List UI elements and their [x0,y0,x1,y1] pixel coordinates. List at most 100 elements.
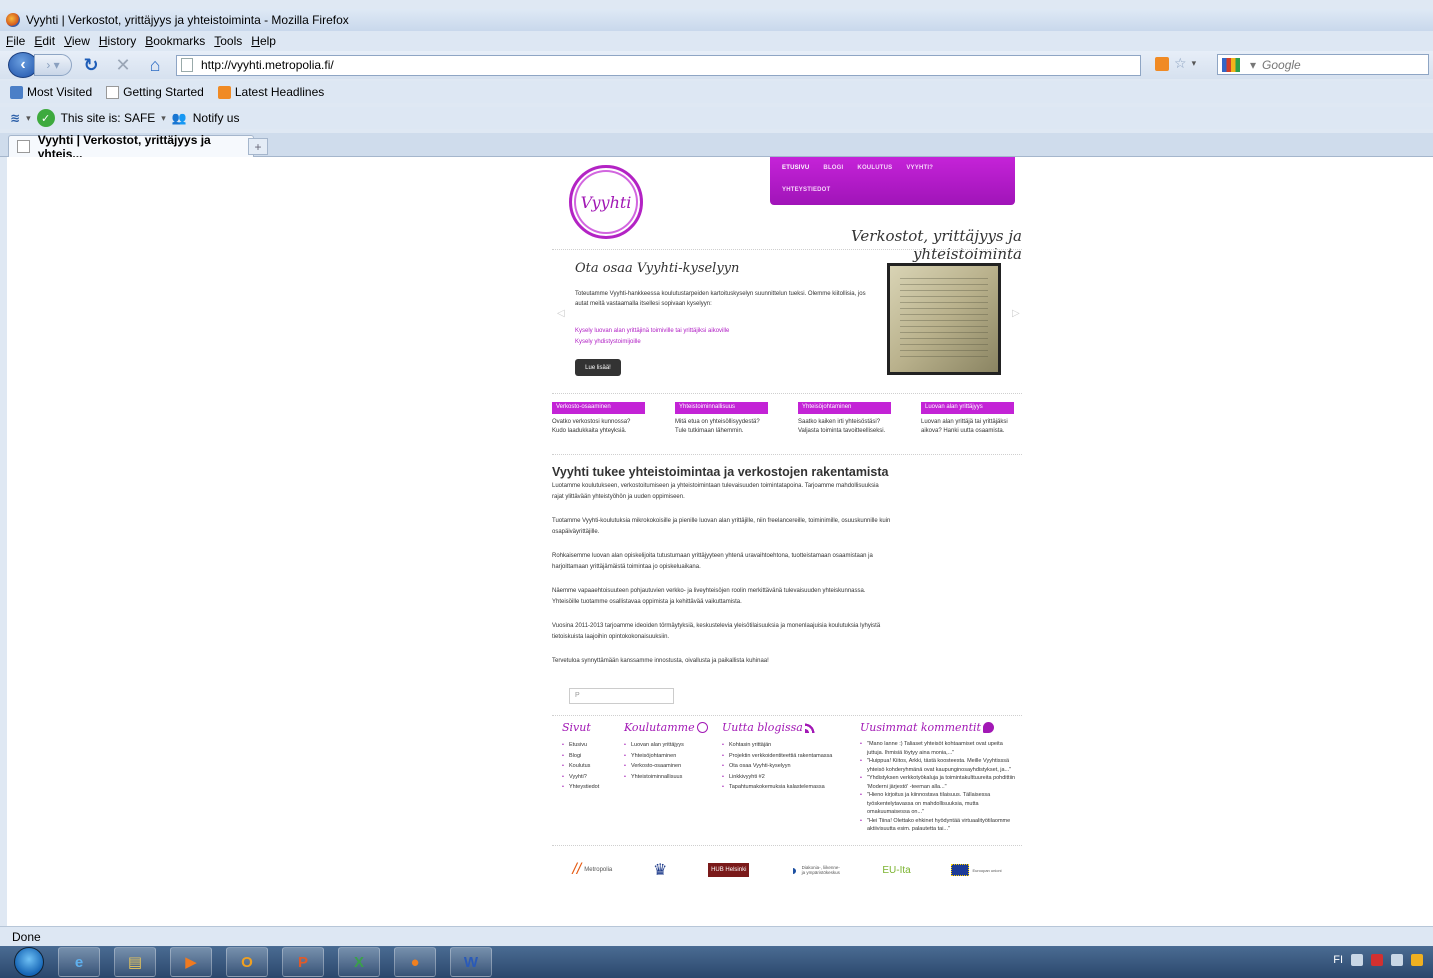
new-tab-button[interactable]: + [248,138,268,155]
rss-icon[interactable] [804,722,816,733]
list-item[interactable]: "Mano lanne :) Taliaset yhteisöt kohtaam… [860,740,1018,757]
survey-link-associations[interactable]: Kysely yhdistystoimijoille [575,339,875,345]
list-item[interactable]: Ota osaa Vyyhti-kyselyyn [722,761,847,772]
list-item[interactable]: "Yhdistyksen verkkotyökaluja ja toiminta… [860,774,1018,791]
history-dropdown-icon[interactable]: ▾ [1192,58,1197,69]
list-item[interactable]: "Hei Tiina! Olettako ehkinet hyödyntää v… [860,817,1018,834]
start-button[interactable] [14,947,44,977]
network-icon[interactable] [1391,954,1403,966]
media-player-icon[interactable]: ▶ [170,947,212,977]
forward-button[interactable]: › ▾ [34,54,72,76]
helsinki-crest-logo[interactable]: ♛ [653,860,667,880]
topic-box-title[interactable]: Yhteistoiminnallisuus [675,402,768,414]
tab-vyyhti[interactable]: Vyyhti | Verkostot, yrittäjyys ja yhteis… [8,133,254,161]
list-item[interactable]: Yhteisöjohtaminen [624,751,714,762]
main-paragraph: Tervetuloa synnyttämään kanssamme innost… [552,658,769,664]
most-visited-icon [10,85,23,99]
topic-box-title[interactable]: Verkosto-osaaminen [552,402,645,414]
topic-box: Yhteistoiminnallisuus Mitä etua on yhtei… [675,402,768,435]
search-input[interactable]: ▾ Google [1217,54,1429,75]
read-more-button[interactable]: Lue lisää! [575,359,621,376]
nav-vyyhti[interactable]: VYYHTI? [906,165,933,171]
list-item[interactable]: Verkosto-osaaminen [624,761,714,772]
notification-icon[interactable] [1411,954,1423,966]
internet-explorer-icon[interactable]: e [58,947,100,977]
bookmarks-toolbar: Most Visited Getting Started Latest Head… [0,81,1433,103]
list-item[interactable]: Vyyhti? [562,772,617,783]
bookmark-star-icon[interactable]: ☆ [1174,55,1187,72]
wot-safe-text[interactable]: This site is: SAFE [61,111,156,125]
wot-dropdown-icon[interactable]: ▾ [26,113,31,124]
menu-bookmarks[interactable]: Bookmarks [145,34,205,48]
hub-helsinki-logo[interactable]: HUB Helsinki [708,863,750,877]
widget-sivut: Sivut Etusivu Blogi Koulutus Vyyhti? Yht… [562,721,617,793]
survey-link-creative[interactable]: Kysely luovan alan yrittäjinä toimiville… [575,328,875,334]
safe-dropdown-icon[interactable]: ▾ [161,113,166,124]
notify-users-icon[interactable]: 👥 [172,111,187,125]
wot-icon[interactable]: ≋ [10,111,20,125]
excel-icon[interactable]: X [338,947,380,977]
topic-box-title[interactable]: Yhteisöjohtaminen [798,402,891,414]
outlook-icon[interactable]: O [226,947,268,977]
list-item[interactable]: Blogi [562,751,617,762]
list-item[interactable]: Koulutus [562,761,617,772]
slider-next-icon[interactable]: ▷ [1012,308,1020,319]
list-item[interactable]: "Huippua! Kiitos, Arkki, tästä koosteest… [860,757,1018,774]
slide-image[interactable] [887,263,1001,375]
site-search-input[interactable]: P [569,688,674,704]
widget-koulutamme: Koulutamme Luovan alan yrittäjyys Yhteis… [624,721,714,782]
reload-icon[interactable]: ↻ [78,54,104,76]
list-item[interactable]: "Hieno kirjoitus ja kiinnostava tilaisuu… [860,791,1018,817]
list-item[interactable]: Projektin verkkoidentiteettiä rakentamas… [722,751,847,762]
nav-yhteystiedot[interactable]: YHTEYSTIEDOT [782,187,830,193]
keyboard-icon[interactable] [1351,954,1363,966]
menu-view[interactable]: View [64,34,90,48]
menu-help[interactable]: Help [251,34,276,48]
nav-etusivu[interactable]: ETUSIVU [782,165,809,171]
list-item[interactable]: Etusivu [562,740,617,751]
bookmark-most-visited[interactable]: Most Visited [10,85,92,99]
nav-koulutus[interactable]: KOULUTUS [857,165,892,171]
wot-notify[interactable]: Notify us [193,111,240,125]
bookmark-getting-started[interactable]: Getting Started [106,85,204,99]
home-icon[interactable]: ⌂ [142,54,168,76]
topic-box-title[interactable]: Luovan alan yrittäjyys [921,402,1014,414]
google-icon[interactable] [1222,57,1240,72]
stop-icon[interactable]: ✕ [110,54,136,76]
windows-taskbar: e ▤ ▶ O P X ● W FI [0,946,1433,978]
nav-blogi[interactable]: BLOGI [823,165,843,171]
partner-logos: //Metropolia ♛ HUB Helsinki ◗ Diakonia-, … [552,853,1022,887]
menu-file[interactable]: File [6,34,25,48]
metropolia-logo[interactable]: //Metropolia [572,861,612,879]
url-bar[interactable]: http://vyyhti.metropolia.fi/ [176,54,1141,76]
list-item[interactable]: Linkkivyyhti #2 [722,772,847,783]
word-icon[interactable]: W [450,947,492,977]
bookmark-latest-headlines[interactable]: Latest Headlines [217,85,324,99]
rss-feed-icon[interactable] [1155,56,1169,71]
topic-box: Yhteisöjohtaminen Saatko kaiken irti yht… [798,402,891,435]
file-explorer-icon[interactable]: ▤ [114,947,156,977]
adobe-icon[interactable] [1371,954,1383,966]
topic-box-text: Saatko kaiken irti yhteisöstäsi? Valjast… [798,419,886,434]
list-item[interactable]: Luovan alan yrittäjyys [624,740,714,751]
language-indicator[interactable]: FI [1333,954,1343,966]
vyyhti-logo[interactable]: Vyyhti [569,165,643,239]
eu-flag-logo[interactable]: Euroopan unioni [951,864,1002,876]
menu-tools[interactable]: Tools [214,34,242,48]
search-engine-dropdown-icon[interactable]: ▾ [1250,58,1256,72]
list-item[interactable]: Kohtasin yrittäjän [722,740,847,751]
list-item[interactable]: Yhteistoiminnallisuus [624,772,714,783]
list-item[interactable]: Tapahtumakokemuksia kalastelemassa [722,782,847,793]
eu-ita-logo[interactable]: EU-Ita [882,865,910,876]
powerpoint-icon[interactable]: P [282,947,324,977]
slider-prev-icon[interactable]: ◁ [557,308,565,319]
divider [552,845,1022,846]
topic-box-text: Luovan alan yrittäjä tai yrittäjäksi aik… [921,419,1008,434]
menu-history[interactable]: History [99,34,136,48]
menu-edit[interactable]: Edit [34,34,55,48]
ely-centre-logo[interactable]: ◗ Diakonia-, liikenne- ja ympäristökeskus [790,862,841,878]
list-item[interactable]: Yhteystiedot [562,782,617,793]
firefox-icon[interactable]: ● [394,947,436,977]
widget-uusimmat-kommentit: Uusimmat kommentit "Mano lanne :) Talias… [860,721,1018,834]
page-icon [106,85,120,99]
